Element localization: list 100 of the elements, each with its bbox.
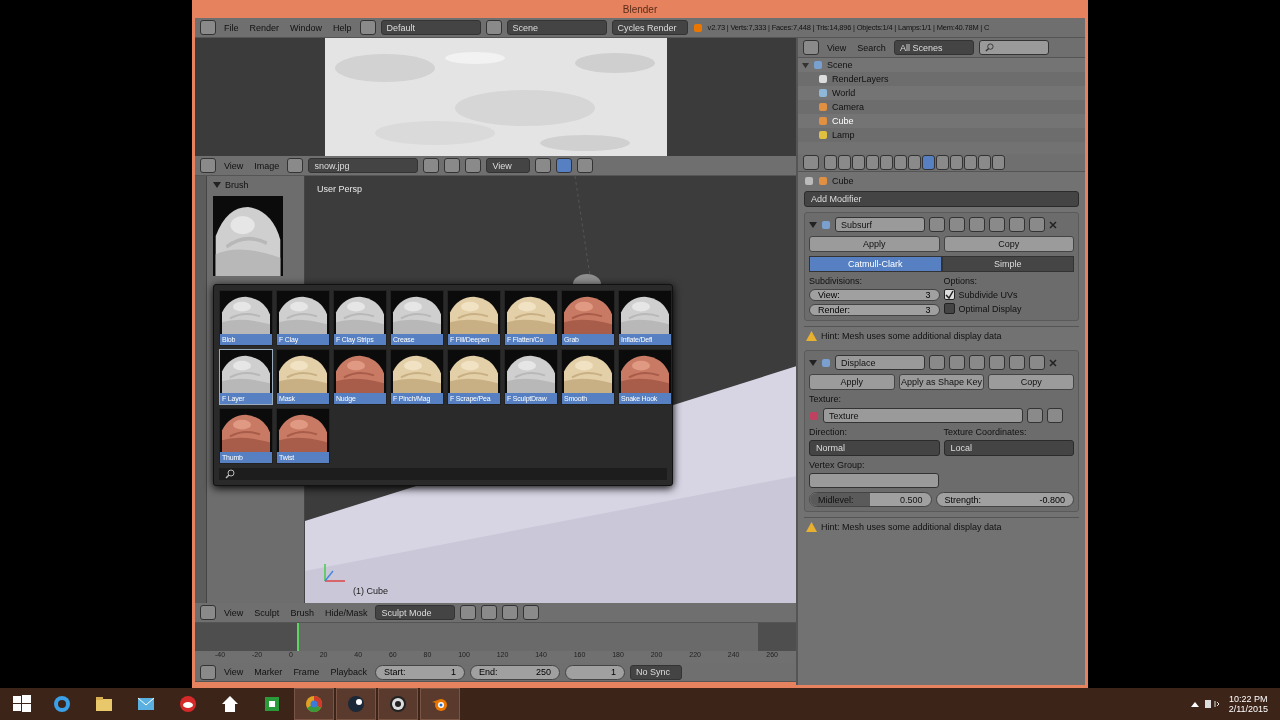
property-tab[interactable] — [950, 155, 963, 170]
paint-button[interactable] — [556, 158, 573, 173]
outliner-row[interactable]: Lamp — [798, 128, 1085, 142]
property-tab[interactable] — [866, 155, 879, 170]
modifier-name-field[interactable]: Subsurf — [835, 217, 925, 232]
coordinates-dropdown[interactable]: Local — [943, 440, 1074, 456]
pivot-button[interactable] — [535, 158, 552, 173]
search-field[interactable] — [219, 468, 667, 480]
editor-type-button[interactable] — [200, 664, 216, 680]
menu-item[interactable]: File — [221, 22, 242, 33]
collapse-triangle-icon[interactable] — [809, 358, 817, 367]
render-toggle[interactable] — [929, 217, 945, 232]
current-frame-field[interactable]: 1 — [564, 664, 625, 680]
tray-icon[interactable] — [1190, 698, 1221, 710]
render-engine-dropdown[interactable]: Cycles Render — [611, 20, 688, 35]
new-image-button[interactable] — [423, 158, 440, 173]
menu-item[interactable]: Window — [287, 22, 326, 33]
menu-item[interactable]: Help — [330, 22, 355, 33]
checkbox[interactable] — [943, 289, 955, 300]
move-down-button[interactable] — [1029, 355, 1045, 370]
scene-field[interactable]: Scene — [506, 20, 607, 35]
playhead[interactable] — [297, 623, 300, 651]
menu-item[interactable]: View — [221, 667, 247, 677]
channels-button[interactable] — [577, 158, 594, 173]
close-icon[interactable] — [1049, 220, 1057, 229]
property-tab[interactable] — [824, 155, 837, 170]
editor-type-button[interactable] — [803, 40, 819, 55]
menu-item[interactable]: View — [824, 42, 850, 53]
cage-toggle[interactable] — [989, 217, 1005, 232]
property-tab[interactable] — [852, 155, 865, 170]
algorithm-tab[interactable]: Catmull-Clark — [809, 256, 942, 272]
modifier-button[interactable]: Apply — [809, 374, 895, 390]
strength-field[interactable]: Strength: -0.800 — [935, 492, 1074, 507]
mode-dropdown[interactable]: Sculpt Mode — [375, 605, 456, 620]
expand-triangle-icon[interactable] — [802, 61, 809, 69]
menu-item[interactable]: Sculpt — [251, 607, 283, 618]
property-tab[interactable] — [894, 155, 907, 170]
image-browse-button[interactable] — [287, 158, 304, 173]
editor-type-button[interactable] — [200, 158, 216, 173]
modifier-button[interactable]: Copy — [943, 236, 1074, 252]
property-tab[interactable] — [964, 155, 977, 170]
close-icon[interactable] — [1049, 358, 1057, 367]
algorithm-tab[interactable]: Simple — [941, 256, 1074, 272]
taskbar-app[interactable] — [336, 688, 376, 720]
viewport-toggle[interactable] — [949, 217, 965, 232]
modifier-name-field[interactable]: Displace — [835, 355, 925, 370]
start-frame-field[interactable]: Start: 1 — [374, 664, 465, 680]
scene-filter-dropdown[interactable]: All Scenes — [893, 40, 974, 55]
menu-item[interactable]: Brush — [287, 607, 317, 618]
render-button[interactable] — [523, 605, 540, 620]
menu-item[interactable]: Playback — [327, 667, 370, 677]
menu-item[interactable]: Image — [251, 160, 283, 171]
layout-icon[interactable] — [359, 20, 376, 35]
image-name-field[interactable]: snow.jpg — [308, 158, 419, 173]
pin-button[interactable] — [465, 158, 482, 173]
property-tab[interactable] — [936, 155, 949, 170]
direction-dropdown[interactable]: Normal — [809, 440, 940, 456]
search-field[interactable] — [978, 40, 1049, 55]
menu-item[interactable]: Hide/Mask — [321, 607, 371, 618]
number-field[interactable]: Render: 3 — [809, 304, 940, 316]
collapse-triangle-icon[interactable] — [809, 220, 817, 229]
view-mode-dropdown[interactable]: View — [486, 158, 531, 173]
menu-item[interactable]: Frame — [290, 667, 323, 677]
pivot-button[interactable] — [481, 605, 498, 620]
menu-item[interactable]: View — [221, 160, 247, 171]
editmode-toggle[interactable] — [969, 217, 985, 232]
taskbar-app[interactable] — [378, 688, 418, 720]
editor-type-button[interactable] — [803, 155, 819, 170]
shading-button[interactable] — [460, 605, 477, 620]
modifier-button[interactable]: Copy — [988, 374, 1074, 390]
move-up-button[interactable] — [1009, 217, 1025, 232]
menu-item[interactable]: View — [221, 607, 247, 618]
property-tab[interactable] — [838, 155, 851, 170]
property-tab[interactable] — [992, 155, 1005, 170]
property-tab[interactable] — [978, 155, 991, 170]
modifier-button[interactable]: Apply — [809, 236, 940, 252]
layout-field[interactable]: Default — [380, 20, 481, 35]
taskbar-app[interactable] — [420, 688, 460, 720]
property-tab[interactable] — [922, 155, 935, 170]
editmode-toggle[interactable] — [969, 355, 985, 370]
unlink-button[interactable] — [1047, 408, 1063, 423]
texture-field[interactable]: Texture — [823, 408, 1023, 423]
sync-dropdown[interactable]: No Sync — [629, 664, 682, 680]
end-frame-field[interactable]: End: 250 — [469, 664, 560, 680]
expand-triangle-icon[interactable] — [213, 181, 221, 189]
cage-toggle[interactable] — [989, 355, 1005, 370]
layers-button[interactable] — [502, 605, 519, 620]
move-up-button[interactable] — [1009, 355, 1025, 370]
menu-item[interactable]: Marker — [251, 667, 286, 677]
property-tab[interactable] — [880, 155, 893, 170]
property-tab[interactable] — [908, 155, 921, 170]
outliner-row[interactable]: RenderLayers — [798, 72, 1085, 86]
scene-icon[interactable] — [485, 20, 502, 35]
menu-item[interactable]: Render — [246, 22, 283, 33]
modifier-button[interactable]: Apply as Shape Key — [898, 374, 985, 390]
number-field[interactable]: View: 3 — [809, 289, 940, 301]
vertex-group-field[interactable] — [809, 473, 939, 488]
menu-item[interactable]: Search — [854, 42, 889, 53]
outliner-row[interactable]: Camera — [798, 100, 1085, 114]
editor-type-button[interactable] — [200, 605, 216, 620]
